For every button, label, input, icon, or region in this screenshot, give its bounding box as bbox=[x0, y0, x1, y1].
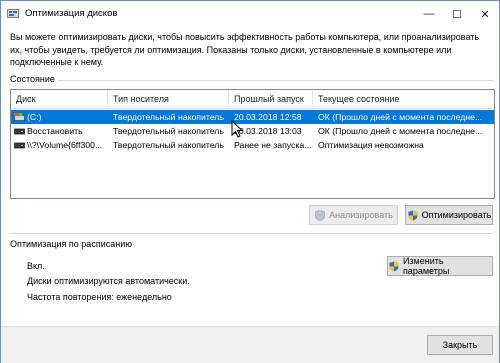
column-header-current-status[interactable]: Текущее состояние bbox=[313, 90, 494, 108]
close-button[interactable]: Закрыть bbox=[427, 335, 493, 355]
optimize-label: Оптимизировать bbox=[421, 210, 492, 220]
media-type: Твердотельный накопитель bbox=[113, 140, 224, 150]
current-status: Оптимизация невозможна bbox=[318, 140, 424, 150]
disk-name: \\?\Volume{6ff300... bbox=[27, 140, 103, 150]
column-header-disk[interactable]: Диск bbox=[11, 90, 108, 108]
last-run: Ранее не запуска... bbox=[234, 140, 312, 150]
drive-icon bbox=[14, 128, 25, 135]
disk-name: (C:) bbox=[27, 112, 42, 122]
section-separator bbox=[10, 233, 493, 234]
column-header-last-run[interactable]: Прошлый запуск bbox=[229, 90, 313, 108]
drive-icon bbox=[14, 142, 25, 149]
change-settings-button[interactable]: Изменить параметры bbox=[387, 256, 493, 276]
shield-icon bbox=[315, 209, 325, 221]
title-bar[interactable]: Оптимизация дисков — ☐ ✕ bbox=[1, 1, 499, 27]
change-settings-label: Изменить параметры bbox=[402, 256, 450, 276]
drive-row-volume[interactable]: \\?\Volume{6ff300... Твердотельный накоп… bbox=[11, 138, 494, 152]
media-type: Твердотельный накопитель bbox=[113, 112, 224, 122]
close-label: Закрыть bbox=[442, 340, 478, 350]
analyze-button[interactable]: Анализировать bbox=[309, 205, 398, 225]
window-title: Оптимизация дисков bbox=[25, 8, 118, 19]
drives-list[interactable]: Диск Тип носителя Прошлый запуск Текущее… bbox=[10, 89, 495, 199]
minimize-button[interactable]: — bbox=[415, 1, 443, 27]
list-header: Диск Тип носителя Прошлый запуск Текущее… bbox=[11, 90, 494, 109]
shield-icon bbox=[389, 260, 399, 272]
media-type: Твердотельный накопитель bbox=[113, 126, 224, 136]
mouse-cursor-icon bbox=[231, 119, 244, 138]
current-status: ОК (Прошло дней с момента последне... bbox=[318, 126, 483, 136]
system-drive-icon bbox=[14, 113, 25, 121]
minimize-icon: — bbox=[423, 8, 435, 20]
defrag-app-icon bbox=[7, 9, 19, 18]
optimize-button[interactable]: Оптимизировать bbox=[405, 205, 493, 225]
drive-row-c[interactable]: (C:) Твердотельный накопитель 20.03.2018… bbox=[11, 110, 494, 124]
maximize-icon: ☐ bbox=[452, 8, 462, 21]
schedule-frequency-text: Частота повторения: еженедельно bbox=[27, 292, 172, 302]
close-window-button[interactable]: ✕ bbox=[471, 1, 499, 27]
current-status: ОК (Прошло дней с момента последне... bbox=[318, 112, 483, 122]
column-header-media-type[interactable]: Тип носителя bbox=[108, 90, 229, 108]
schedule-auto-text: Диски оптимизируются автоматически. bbox=[27, 276, 190, 286]
intro-text: Вы можете оптимизировать диски, чтобы по… bbox=[10, 32, 480, 67]
maximize-button[interactable]: ☐ bbox=[443, 1, 471, 27]
schedule-state: Вкл. bbox=[27, 261, 45, 271]
dialog-footer: Закрыть bbox=[1, 326, 499, 363]
status-section-label: Состояние bbox=[10, 74, 55, 84]
schedule-section-label: Оптимизация по расписанию bbox=[10, 239, 132, 249]
analyze-label: Анализировать bbox=[329, 210, 393, 220]
drive-row-recovery[interactable]: Восстановить Твердотельный накопитель 20… bbox=[11, 124, 494, 138]
disk-name: Восстановить bbox=[27, 126, 83, 136]
close-icon: ✕ bbox=[480, 8, 490, 21]
status-separator bbox=[58, 80, 493, 81]
shield-icon bbox=[408, 209, 418, 221]
optimize-drives-window: Оптимизация дисков — ☐ ✕ Вы можете оптим… bbox=[0, 0, 500, 363]
